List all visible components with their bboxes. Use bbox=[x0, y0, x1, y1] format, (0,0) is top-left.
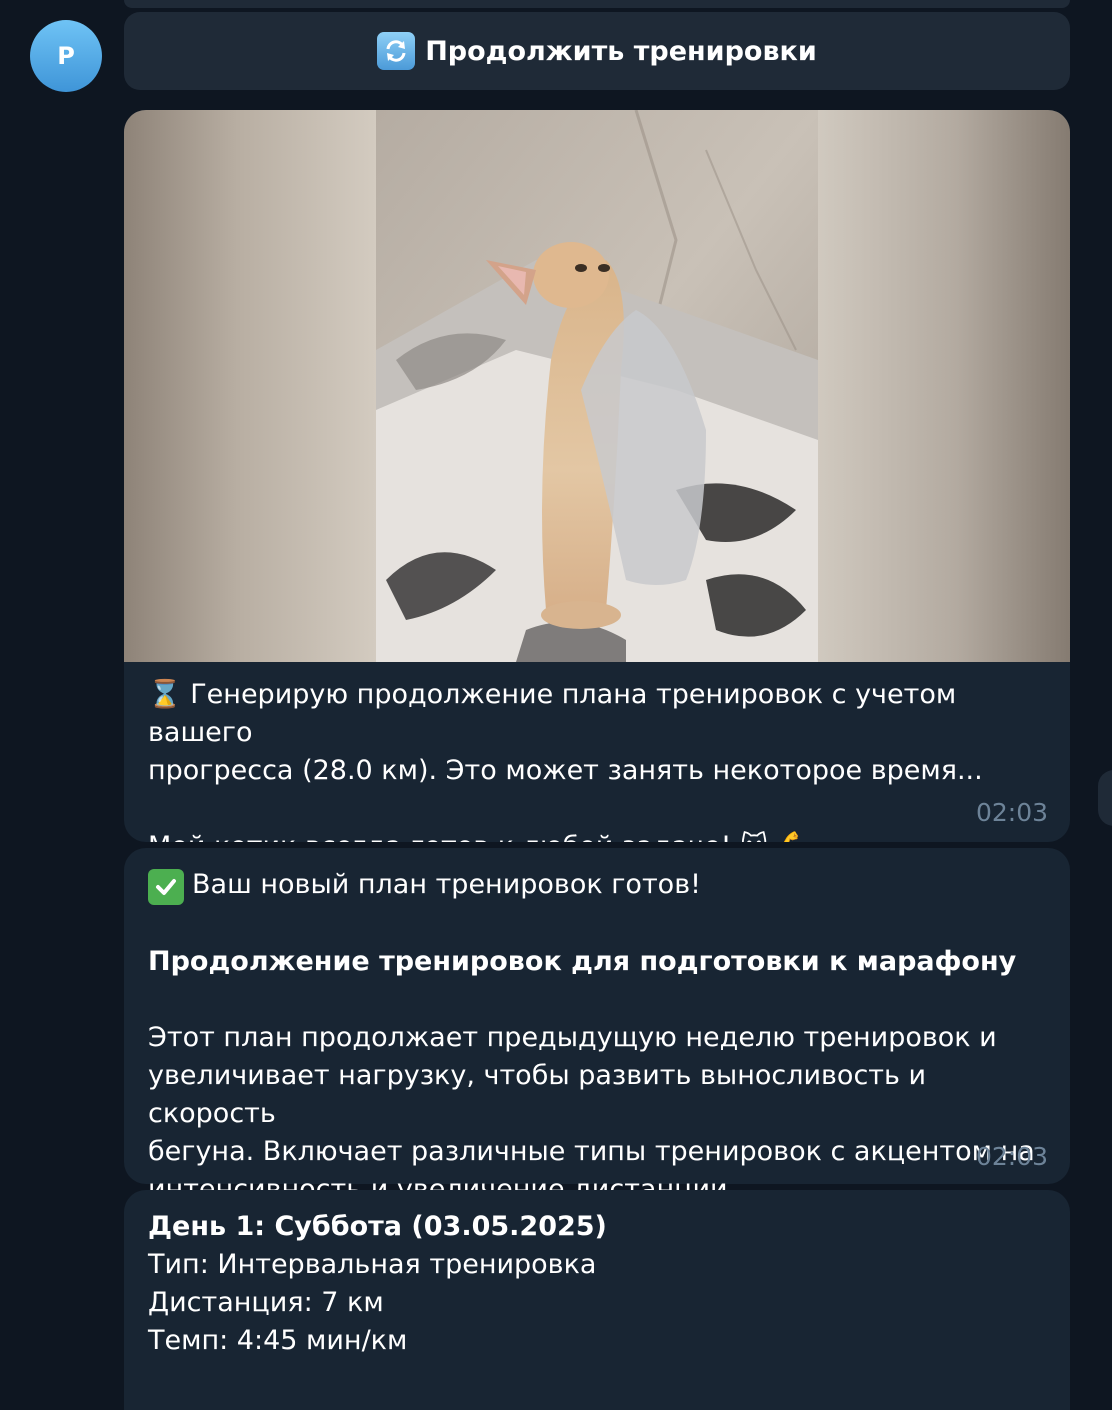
kitten-video-frame bbox=[376, 110, 818, 662]
previous-message-edge bbox=[124, 0, 1070, 8]
message-timestamp: 02:03 bbox=[975, 1142, 1048, 1171]
workout-distance: Дистанция: 7 км bbox=[148, 1287, 384, 1318]
avatar-letter: P bbox=[57, 42, 75, 70]
message-bubble-day-plan: День 1: Суббота (03.05.2025) Тип: Интерв… bbox=[124, 1190, 1070, 1410]
caption-line-3: Мой котик всегда готов к любой задаче! bbox=[148, 831, 731, 842]
message-bubble-plan-ready: Ваш новый план тренировок готов! Продолж… bbox=[124, 848, 1070, 1205]
workout-pace: Темп: 4:45 мин/км bbox=[148, 1325, 408, 1356]
plan-ready-text: Ваш новый план тренировок готов! bbox=[192, 869, 701, 900]
message-caption: ⌛ Генерирую продолжение плана тренировок… bbox=[148, 676, 1048, 842]
caption-line-1: Генерирую продолжение плана тренировок с… bbox=[148, 679, 957, 748]
message-timestamp: 02:03 bbox=[975, 798, 1048, 827]
hourglass-icon: ⌛ bbox=[148, 679, 182, 710]
plan-description-line-3: бегуна. Включает различные типы трениров… bbox=[148, 1136, 1035, 1167]
cat-face-icon: 🐱 bbox=[740, 831, 768, 842]
day-heading: День 1: Суббота (03.05.2025) bbox=[148, 1211, 607, 1242]
avatar[interactable]: P bbox=[30, 20, 102, 92]
plan-description-line-1: Этот план продолжает предыдущую неделю т… bbox=[148, 1022, 997, 1053]
video-thumbnail[interactable] bbox=[124, 110, 1070, 662]
check-mark-icon bbox=[148, 869, 184, 905]
plan-title: Продолжение тренировок для подготовки к … bbox=[148, 946, 1017, 977]
continue-training-label: Продолжить тренировки bbox=[425, 35, 817, 67]
refresh-arrows-icon bbox=[377, 32, 416, 70]
flexed-biceps-icon: 💪 bbox=[777, 831, 811, 842]
media-blur-right bbox=[818, 110, 1070, 662]
scroll-down-button[interactable] bbox=[1098, 770, 1112, 826]
message-bubble-media: ⌛ Генерирую продолжение плана тренировок… bbox=[124, 110, 1070, 842]
continue-training-button[interactable]: Продолжить тренировки bbox=[124, 12, 1070, 90]
media-blur-left bbox=[124, 110, 376, 662]
plan-description-line-2: увеличивает нагрузку, чтобы развить выно… bbox=[148, 1060, 927, 1129]
caption-line-2: прогресса (28.0 км). Это может занять не… bbox=[148, 755, 983, 786]
workout-type: Тип: Интервальная тренировка bbox=[148, 1249, 597, 1280]
